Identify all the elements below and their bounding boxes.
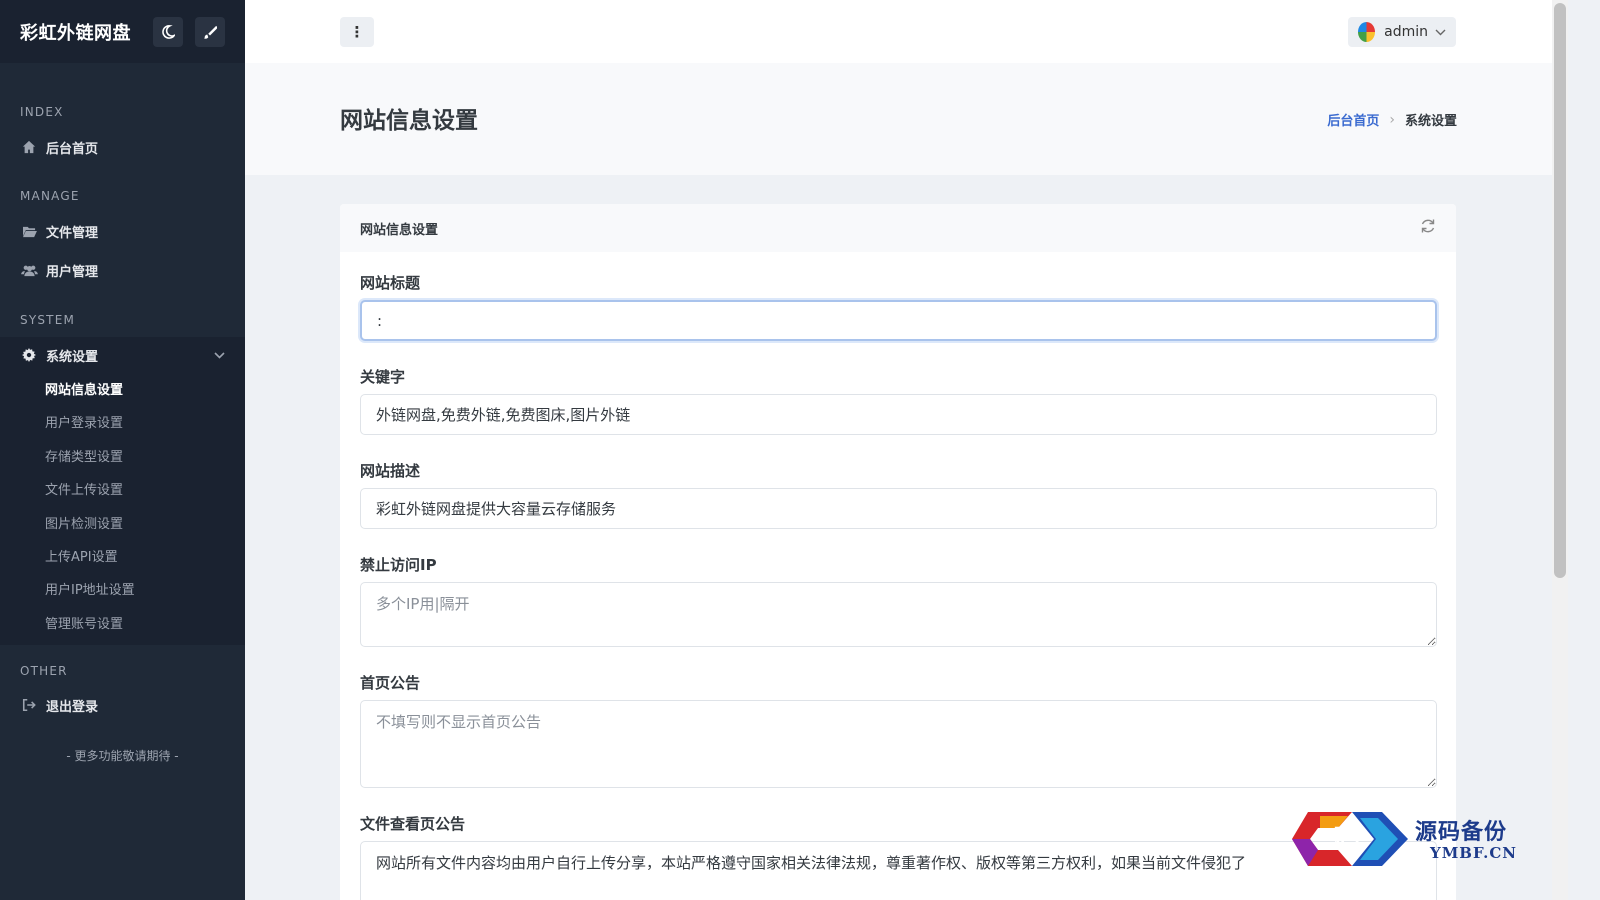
nav-heading-manage: MANAGE <box>20 189 80 203</box>
card-header: 网站信息设置 <box>340 204 1456 252</box>
site-title-input[interactable] <box>360 300 1437 341</box>
page-title: 网站信息设置 <box>340 108 478 134</box>
refresh-icon[interactable] <box>1420 218 1436 238</box>
watermark-logo-icon: 码 <box>1292 812 1408 866</box>
site-title-label: 网站标题 <box>360 274 421 292</box>
form-group-file-notice: 文件查看页公告 网站所有文件内容均由用户自行上传分享，本站严格遵守国家相关法律法… <box>360 813 1437 900</box>
settings-submenu: 网站信息设置 用户登录设置 存储类型设置 文件上传设置 图片检测设置 上传API… <box>0 373 245 646</box>
sidebar-item-files[interactable]: 文件管理 <box>0 213 245 249</box>
page-header: 网站信息设置 后台首页 › 系统设置 <box>245 63 1552 175</box>
watermark-title: 源码备份 <box>1415 819 1508 845</box>
form-group-blocked-ip: 禁止访问IP <box>360 554 1437 647</box>
description-label: 网站描述 <box>360 462 421 480</box>
submenu-item-upload-api[interactable]: 上传API设置 <box>0 541 245 574</box>
blocked-ip-textarea[interactable] <box>360 582 1437 647</box>
submenu-item-admin-account[interactable]: 管理账号设置 <box>0 608 245 641</box>
moon-icon <box>162 24 175 39</box>
user-menu-button[interactable]: admin <box>1348 17 1456 47</box>
brand-title: 彩虹外链网盘 <box>20 22 131 44</box>
form-group-site-title: 网站标题 <box>360 272 1437 341</box>
submenu-item-site-info[interactable]: 网站信息设置 <box>0 374 245 407</box>
topbar: ⋮ admin <box>245 0 1552 63</box>
brush-icon <box>203 25 217 39</box>
gear-icon <box>20 348 38 362</box>
sidebar: 彩虹外链网盘 INDEX 后台首页 MANAGE 文件管理 用户管理 SYSTE… <box>0 0 245 900</box>
keywords-label: 关键字 <box>360 368 406 386</box>
submenu-item-upload[interactable]: 文件上传设置 <box>0 474 245 507</box>
watermark-subtitle: YMBF.CN <box>1430 844 1518 862</box>
nav-heading-index: INDEX <box>20 105 64 119</box>
home-notice-textarea[interactable] <box>360 700 1437 788</box>
chevron-down-icon <box>214 348 225 362</box>
submenu-item-storage[interactable]: 存储类型设置 <box>0 441 245 474</box>
sidebar-item-logout[interactable]: 退出登录 <box>0 687 245 723</box>
home-notice-label: 首页公告 <box>360 674 421 692</box>
card-title: 网站信息设置 <box>360 222 439 238</box>
sidebar-header: 彩虹外链网盘 <box>0 0 245 63</box>
sidebar-item-home[interactable]: 后台首页 <box>0 129 245 165</box>
sign-out-icon <box>20 698 38 712</box>
scrollbar-thumb[interactable] <box>1554 3 1566 578</box>
sidebar-item-label: 文件管理 <box>46 225 99 241</box>
svg-text:码: 码 <box>1334 825 1360 855</box>
home-icon <box>20 140 38 154</box>
page-scrollbar[interactable] <box>1552 0 1568 900</box>
nav-heading-system: SYSTEM <box>20 313 76 327</box>
submenu-item-login[interactable]: 用户登录设置 <box>0 407 245 440</box>
keywords-input[interactable] <box>360 394 1437 435</box>
file-notice-label: 文件查看页公告 <box>360 815 466 833</box>
submenu-item-image-check[interactable]: 图片检测设置 <box>0 508 245 541</box>
form-group-description: 网站描述 <box>360 460 1437 529</box>
avatar <box>1358 22 1376 42</box>
site-settings-card: 网站信息设置 网站标题 关键字 网站描述 禁止访问IP 首页公告 文件查看页公告… <box>340 204 1456 900</box>
breadcrumb-current: 系统设置 <box>1404 114 1457 129</box>
blocked-ip-label: 禁止访问IP <box>360 556 437 574</box>
dark-mode-toggle[interactable] <box>153 16 183 47</box>
more-menu-button[interactable]: ⋮ <box>340 17 374 47</box>
sidebar-item-label: 系统设置 <box>46 349 99 365</box>
chevron-right-icon: › <box>1389 111 1395 128</box>
sidebar-item-label: 后台首页 <box>46 141 99 157</box>
description-input[interactable] <box>360 488 1437 529</box>
breadcrumb-home-link[interactable]: 后台首页 <box>1327 110 1379 129</box>
form-group-keywords: 关键字 <box>360 366 1437 435</box>
file-notice-textarea[interactable]: 网站所有文件内容均由用户自行上传分享，本站严格遵守国家相关法律法规，尊重著作权、… <box>360 841 1437 900</box>
form-group-home-notice: 首页公告 <box>360 672 1437 788</box>
sidebar-item-label: 用户管理 <box>46 264 99 280</box>
nav-heading-other: OTHER <box>20 664 68 678</box>
sidebar-item-users[interactable]: 用户管理 <box>0 252 245 288</box>
folder-open-icon <box>20 225 38 238</box>
username: admin <box>1384 24 1428 40</box>
theme-brush-button[interactable] <box>195 16 225 47</box>
sidebar-item-label: 退出登录 <box>46 699 99 715</box>
sidebar-item-settings[interactable]: 系统设置 <box>0 337 245 373</box>
watermark: 码 源码备份 YMBF.CN <box>1290 804 1560 874</box>
chevron-down-icon <box>1435 26 1446 39</box>
sidebar-footer-text: - 更多功能敬请期待 - <box>66 749 179 763</box>
vertical-ellipsis-icon: ⋮ <box>349 23 365 41</box>
submenu-item-user-ip[interactable]: 用户IP地址设置 <box>0 574 245 607</box>
breadcrumb: 后台首页 › 系统设置 <box>1327 110 1457 130</box>
users-icon <box>20 264 38 277</box>
